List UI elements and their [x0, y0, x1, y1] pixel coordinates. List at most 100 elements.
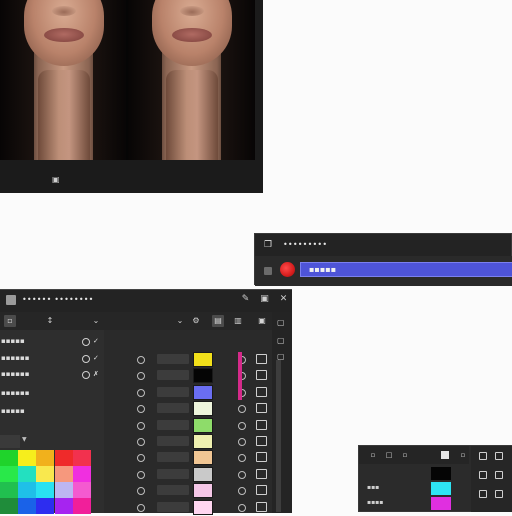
color-swatch[interactable]: [193, 499, 213, 515]
color-swatch[interactable]: [36, 450, 55, 466]
lock-icon[interactable]: ✓: [93, 334, 99, 348]
list-item[interactable]: ▪▪▪▪▪▪ ✓: [0, 351, 104, 365]
radio-icon[interactable]: [137, 372, 145, 381]
palette-tool-3[interactable]: [441, 451, 449, 459]
edit-icon[interactable]: [256, 452, 267, 463]
radio-icon[interactable]: [137, 503, 145, 512]
radio-icon[interactable]: [238, 438, 246, 446]
palette-side-icon[interactable]: [479, 471, 487, 479]
palette-tool-0[interactable]: ▫: [369, 451, 377, 459]
color-swatch[interactable]: [193, 384, 213, 400]
toolbar-icon-2[interactable]: ⌄: [90, 315, 102, 327]
color-swatch[interactable]: [193, 466, 213, 482]
toolbar-icon-7[interactable]: ▣: [256, 315, 268, 327]
palette-side-icon[interactable]: [495, 471, 503, 479]
list-item[interactable]: ▪▪▪▪▪ ✓: [0, 334, 104, 348]
color-swatch[interactable]: [193, 401, 213, 417]
lock-icon[interactable]: ✗: [93, 367, 99, 381]
color-swatch[interactable]: [72, 450, 91, 466]
color-swatch[interactable]: [431, 467, 451, 480]
toolbar-icon-6[interactable]: ▥: [232, 315, 244, 327]
radio-icon[interactable]: [137, 454, 145, 463]
record-button[interactable]: [280, 262, 295, 277]
radio-icon[interactable]: [137, 470, 145, 479]
edit-icon[interactable]: [256, 436, 267, 446]
color-swatch[interactable]: [54, 450, 73, 466]
palette-tool-4[interactable]: ▫: [459, 451, 467, 459]
close-icon[interactable]: ✕: [278, 294, 289, 305]
edit-icon[interactable]: ✎: [240, 294, 251, 305]
swatch-row[interactable]: [104, 466, 272, 483]
toolbar-icon-0[interactable]: ▫: [4, 315, 16, 327]
palette-side-icon[interactable]: [495, 452, 503, 460]
square-icon[interactable]: [264, 267, 272, 275]
edit-icon[interactable]: [256, 485, 267, 496]
color-swatch[interactable]: [193, 434, 213, 449]
radio-icon[interactable]: [137, 388, 145, 397]
swatch-row[interactable]: [104, 417, 272, 434]
swatch-row[interactable]: [104, 384, 272, 401]
color-swatch[interactable]: [36, 482, 55, 498]
scrollbar[interactable]: [276, 360, 281, 512]
radio-icon[interactable]: [238, 421, 246, 430]
color-swatch[interactable]: [0, 466, 18, 482]
color-swatch[interactable]: [431, 482, 451, 495]
split-divider[interactable]: [126, 0, 128, 160]
radio-icon[interactable]: [137, 405, 145, 414]
toolbar-icon-4[interactable]: ⚙: [190, 315, 202, 327]
edit-icon[interactable]: [256, 468, 267, 479]
color-swatch[interactable]: [193, 352, 213, 367]
edit-icon[interactable]: [256, 403, 267, 414]
toolbar-icon-3[interactable]: ⌄: [174, 315, 186, 327]
radio-icon[interactable]: [137, 438, 145, 446]
swatch-row[interactable]: [104, 368, 272, 384]
edit-icon[interactable]: [256, 386, 267, 397]
color-swatch[interactable]: [18, 466, 37, 482]
eye-icon[interactable]: [82, 371, 90, 379]
palette-side-icon[interactable]: [479, 490, 487, 498]
swatch-row[interactable]: [104, 499, 272, 516]
color-swatch[interactable]: [431, 497, 451, 510]
radio-icon[interactable]: [238, 454, 246, 463]
swatch-row[interactable]: [104, 401, 272, 417]
chevron-down-icon[interactable]: ▼: [22, 436, 27, 443]
swatch-row[interactable]: [104, 483, 272, 499]
edit-icon[interactable]: [256, 370, 267, 381]
list-item[interactable]: ▪▪▪▪▪▪ ✗: [0, 367, 104, 381]
color-swatch[interactable]: [72, 482, 91, 498]
color-swatch[interactable]: [54, 466, 73, 482]
eye-icon[interactable]: [82, 355, 90, 363]
palette-row[interactable]: ▪▪▪▪: [359, 496, 469, 511]
edit-icon[interactable]: [256, 354, 267, 364]
list-item[interactable]: ▪▪▪▪▪▪: [0, 386, 104, 400]
radio-icon[interactable]: [238, 405, 246, 414]
color-swatch[interactable]: [18, 482, 37, 498]
color-swatch[interactable]: [193, 417, 213, 433]
edit-icon[interactable]: [256, 501, 267, 512]
color-swatch[interactable]: [36, 466, 55, 482]
radio-icon[interactable]: [137, 356, 145, 364]
color-swatch[interactable]: [193, 450, 213, 466]
eye-icon[interactable]: [82, 338, 90, 346]
grid-header[interactable]: [0, 435, 20, 448]
color-swatch[interactable]: [54, 482, 73, 498]
color-swatch[interactable]: [18, 450, 37, 466]
swatch-row[interactable]: [104, 434, 272, 450]
color-swatch[interactable]: [0, 482, 18, 498]
swatch-row[interactable]: [104, 450, 272, 466]
radio-icon[interactable]: [238, 487, 246, 496]
palette-tool-1[interactable]: □: [385, 451, 393, 459]
color-swatch[interactable]: [193, 368, 213, 384]
toolbar-icon-5[interactable]: ▤: [212, 315, 224, 327]
palette-row[interactable]: ▪▪▪: [359, 481, 469, 496]
color-swatch[interactable]: [0, 450, 18, 466]
radio-icon[interactable]: [137, 487, 145, 496]
color-swatch[interactable]: [193, 483, 213, 499]
radio-icon[interactable]: [238, 503, 246, 512]
palette-tool-2[interactable]: ▫: [401, 451, 409, 459]
palette-side-icon[interactable]: [495, 490, 503, 498]
radio-icon[interactable]: [137, 421, 145, 430]
swatch-row[interactable]: [104, 352, 272, 368]
radio-icon[interactable]: [238, 470, 246, 479]
toolbar-icon-1[interactable]: ↕: [44, 315, 56, 327]
